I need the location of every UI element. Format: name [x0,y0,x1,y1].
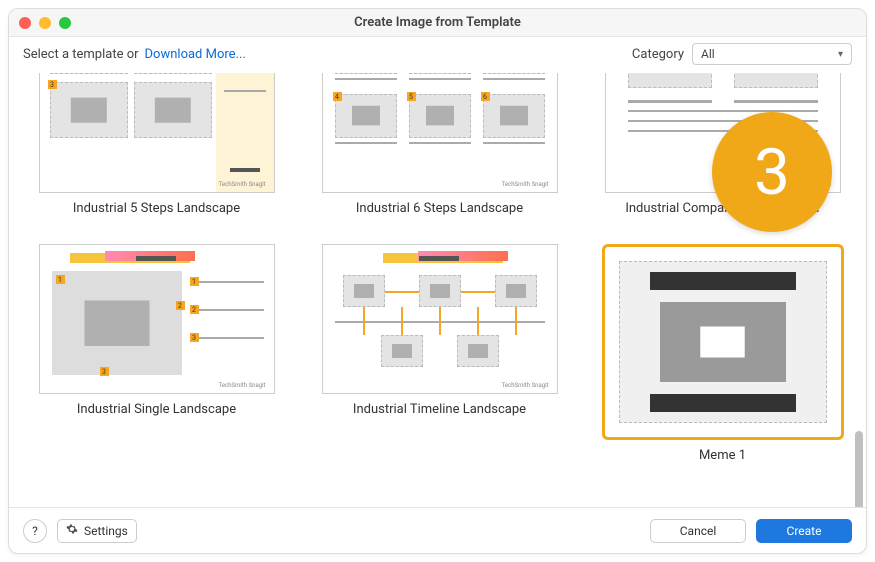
titlebar: Create Image from Template [9,9,866,37]
dialog-window: Create Image from Template Select a temp… [8,8,867,554]
settings-button[interactable]: Settings [57,519,137,543]
template-thumbnail: 1 2 3 1 2 3 TechSmith Snagit [39,244,275,394]
template-label: Industrial Single Landscape [77,402,236,417]
toolbar: Select a template or Download More... Ca… [9,37,866,71]
template-thumbnail: TechSmith Snagit [322,244,558,394]
scrollbar[interactable] [854,171,864,495]
gear-icon [66,523,78,538]
scrollbar-thumb[interactable] [855,431,863,507]
settings-label: Settings [84,524,128,538]
step-number: 3 [754,135,790,210]
template-thumbnail: 1 2 3 4 5 6 TechSmith Snagit [322,73,558,193]
help-button[interactable]: ? [23,519,47,543]
template-card-selected[interactable]: Meme 1 [593,244,852,463]
template-label: Industrial 6 Steps Landscape [356,201,523,216]
select-template-prompt: Select a template or [23,47,139,62]
help-icon: ? [32,524,38,538]
template-card[interactable]: 1 2 3 4 5 6 TechSmith Snagit [310,73,569,216]
download-more-link[interactable]: Download More... [145,47,246,62]
template-card[interactable]: 1 2 3 1 2 3 TechSmith Snagit Industrial … [27,244,286,463]
template-label: Industrial 5 Steps Landscape [73,201,240,216]
template-label: Meme 1 [699,448,746,463]
chevron-down-icon: ▾ [838,49,843,60]
template-card[interactable]: TechSmith Snagit Industrial Timeline Lan… [310,244,569,463]
template-thumbnail [609,251,837,433]
template-label: Industrial Timeline Landscape [353,402,526,417]
footer: ? Settings Cancel Create [9,507,866,553]
template-card[interactable]: 1 2 3 TechSmith Snagit Industrial 5 Step… [27,73,286,216]
create-button[interactable]: Create [756,519,852,543]
template-thumbnail: 1 2 3 TechSmith Snagit [39,73,275,193]
category-select[interactable]: All ▾ [692,43,852,65]
selection-highlight [602,244,844,440]
cancel-button[interactable]: Cancel [650,519,746,543]
category-value: All [701,47,715,61]
step-badge: 3 [712,112,832,232]
category-label: Category [632,47,684,62]
window-title: Create Image from Template [9,15,866,30]
